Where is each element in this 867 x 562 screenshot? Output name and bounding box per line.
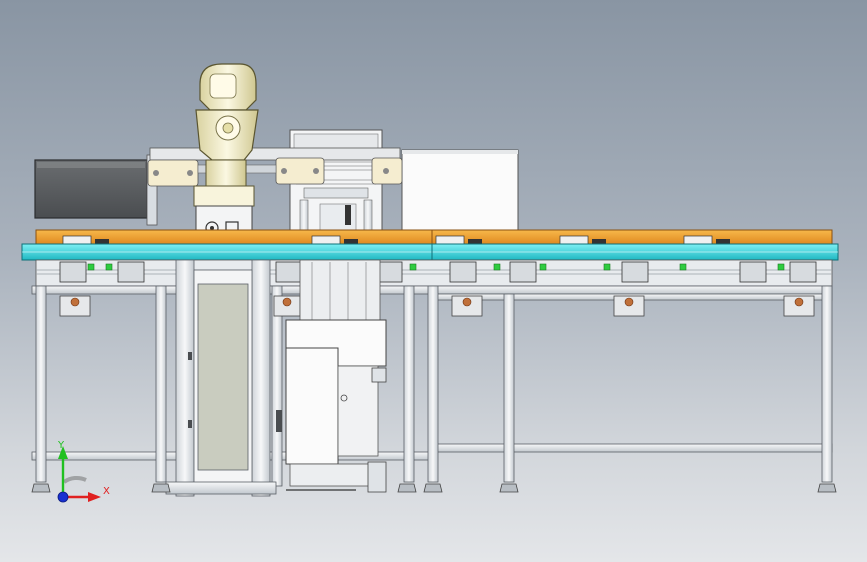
- machine-frame: [31, 259, 833, 497]
- x-axis-label: X: [103, 486, 110, 497]
- conveyor-rail: [21, 243, 839, 261]
- assembly-line-drawing: [21, 63, 839, 503]
- y-axis-label: Y: [58, 440, 65, 451]
- dark-side-box: [34, 154, 158, 226]
- conveyor-underside: [35, 259, 833, 287]
- leveling-feet: [31, 483, 837, 493]
- white-cabinet-right: [401, 149, 519, 233]
- conveyor-belt: [35, 229, 833, 245]
- cad-viewport[interactable]: X Y: [0, 0, 867, 562]
